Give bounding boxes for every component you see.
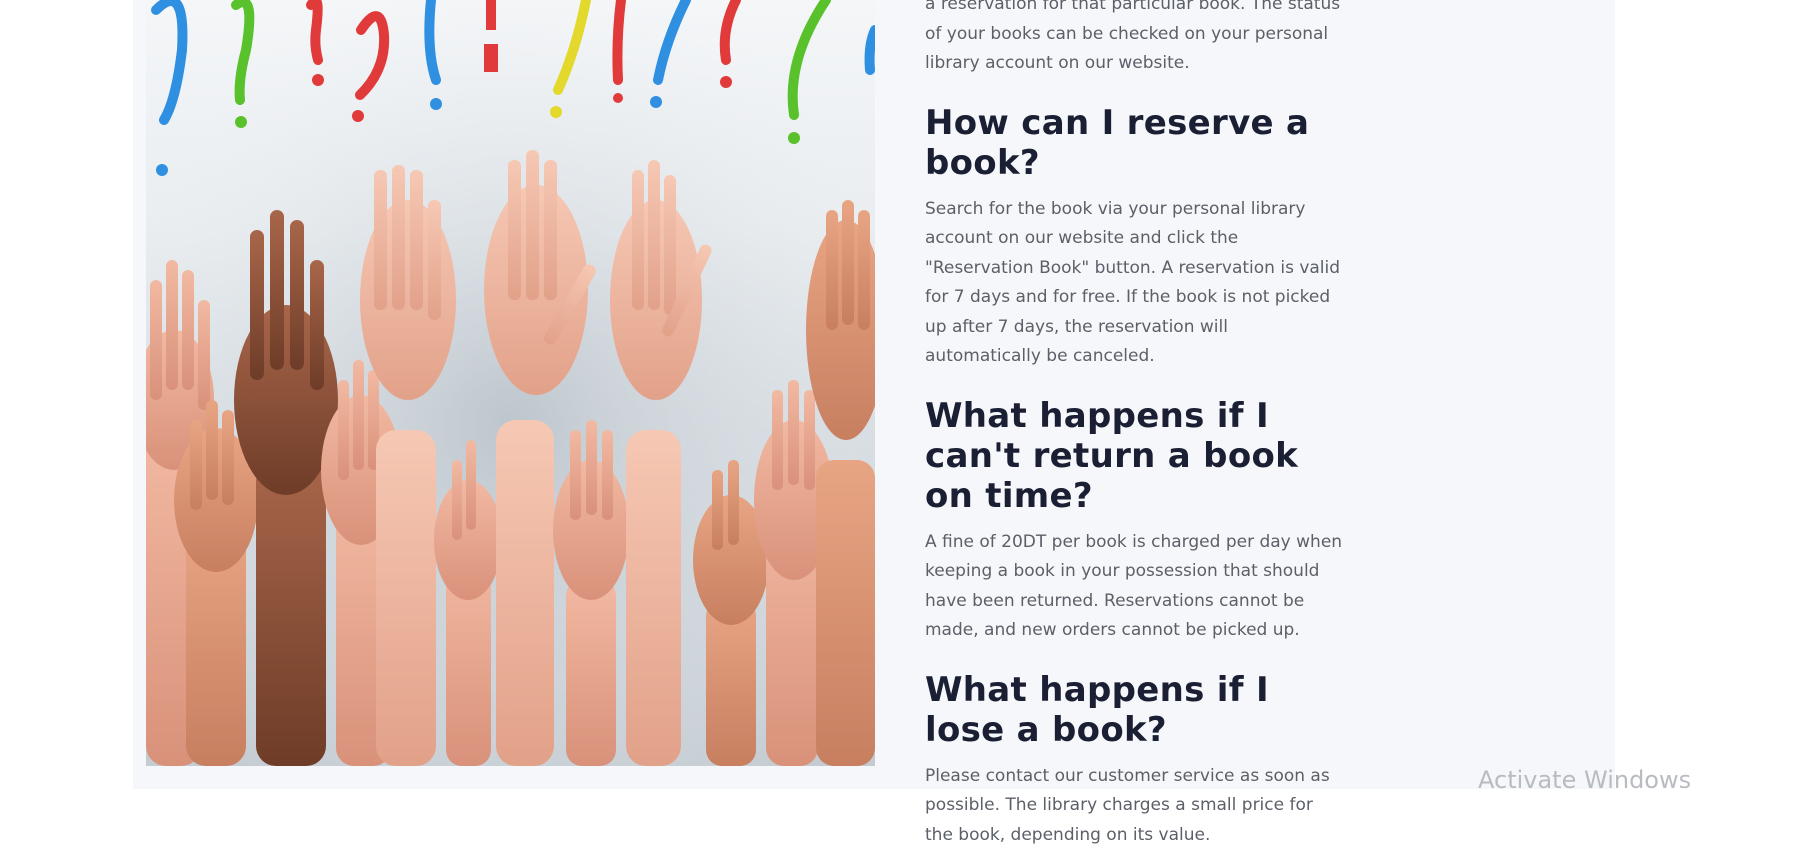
raised-hands-illustration: [146, 0, 875, 766]
faq-content: a reservation for that particular book. …: [925, 0, 1345, 850]
faq-question: What happens if I lose a book?: [925, 670, 1345, 750]
faq-question: What happens if I can't return a book on…: [925, 396, 1345, 516]
faq-item-reserve: How can I reserve a book? Search for the…: [925, 103, 1345, 372]
faq-question: How can I reserve a book?: [925, 103, 1345, 183]
activate-windows-watermark: Activate Windows: [1478, 766, 1691, 794]
faq-answer: Please contact our customer service as s…: [925, 762, 1345, 850]
faq-item-lost-book: What happens if I lose a book? Please co…: [925, 670, 1345, 850]
faq-intro-text: a reservation for that particular book. …: [925, 0, 1345, 79]
faq-item-late-return: What happens if I can't return a book on…: [925, 396, 1345, 646]
faq-answer: A fine of 20DT per book is charged per d…: [925, 528, 1345, 646]
faq-hero-image: [146, 0, 875, 766]
faq-answer: Search for the book via your personal li…: [925, 195, 1345, 372]
